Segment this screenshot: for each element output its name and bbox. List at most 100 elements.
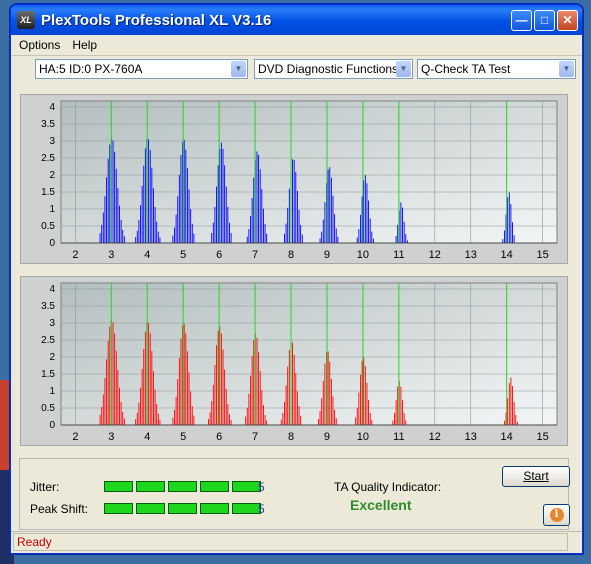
- histogram-bar: [329, 167, 331, 243]
- histogram-bar: [122, 411, 124, 425]
- drive-select[interactable]: HA:5 ID:0 PX-760A ▼: [35, 59, 248, 79]
- x-tick-label: 13: [465, 431, 477, 443]
- histogram-bar: [102, 212, 104, 243]
- histogram-bar: [190, 209, 192, 243]
- histogram-bar: [259, 169, 261, 243]
- histogram-bar: [301, 234, 303, 243]
- histogram-bar: [174, 409, 175, 425]
- histogram-bar: [224, 369, 226, 425]
- histogram-bar: [369, 412, 371, 425]
- jitter-chart: 0 0.5 1 1.5 2 2.5 3 3.5 4 2 3 4 5 6 7 8 9 10 11 12 13 14 15: [41, 100, 558, 261]
- histogram-bar: [211, 232, 213, 243]
- histogram-bar: [319, 238, 321, 243]
- close-button[interactable]: ✕: [557, 9, 578, 31]
- histogram-bar: [114, 333, 116, 425]
- histogram-bar: [334, 214, 336, 243]
- maximize-button[interactable]: □: [534, 9, 555, 31]
- histogram-bar: [298, 209, 300, 243]
- histogram-bar: [400, 386, 402, 425]
- selector-row: HA:5 ID:0 PX-760A ▼ DVD Diagnostic Funct…: [35, 59, 576, 79]
- histogram-bar: [123, 418, 125, 425]
- menu-options[interactable]: Options: [19, 38, 60, 52]
- histogram-bar: [262, 208, 264, 243]
- x-tick-label: 4: [144, 249, 150, 261]
- peak-shift-label: Peak Shift:: [30, 502, 89, 516]
- menu-help[interactable]: Help: [72, 38, 97, 52]
- histogram-bar: [122, 229, 124, 243]
- histogram-bar: [107, 340, 109, 425]
- y-tick-label: 4: [49, 284, 55, 295]
- function-select[interactable]: DVD Diagnostic Functions ▼: [254, 59, 413, 79]
- x-tick-label: 5: [180, 431, 186, 443]
- test-select[interactable]: Q-Check TA Test ▼: [417, 59, 576, 79]
- histogram-bar: [319, 411, 321, 425]
- histogram-bar: [322, 219, 324, 243]
- y-tick-label: 0.5: [41, 221, 55, 232]
- x-tick-label: 15: [536, 249, 548, 261]
- histogram-bar: [114, 151, 116, 243]
- chevron-down-icon[interactable]: ▼: [231, 61, 246, 77]
- histogram-bar: [330, 177, 332, 243]
- histogram-bar: [99, 415, 101, 425]
- histogram-bar: [248, 228, 250, 243]
- histogram-bar: [180, 338, 182, 425]
- histogram-bar: [364, 175, 366, 243]
- histogram-bar: [216, 186, 217, 243]
- histogram-bar: [253, 340, 255, 425]
- histogram-bar: [217, 165, 219, 243]
- histogram-bar: [394, 412, 395, 425]
- histogram-bar: [227, 206, 229, 243]
- histogram-bar: [296, 391, 298, 425]
- histogram-bar: [258, 154, 260, 243]
- histogram-bar: [366, 382, 368, 425]
- histogram-bar: [188, 189, 190, 243]
- chevron-down-icon[interactable]: ▼: [559, 61, 574, 77]
- histogram-bar: [185, 333, 187, 425]
- histogram-bar: [154, 206, 156, 243]
- histogram-bar: [172, 235, 174, 243]
- y-tick-label: 1: [49, 204, 55, 215]
- histogram-bar: [101, 406, 103, 425]
- histogram-bar: [360, 374, 361, 425]
- histogram-bar: [178, 175, 180, 243]
- histogram-bar: [508, 192, 510, 243]
- y-tick-label: 3: [49, 136, 55, 147]
- histogram-bar: [324, 363, 326, 425]
- histogram-bar: [503, 420, 505, 425]
- histogram-bar: [109, 144, 111, 243]
- y-tick-label: 0: [49, 420, 55, 431]
- y-tick-label: 1: [49, 386, 55, 397]
- histogram-bar: [159, 419, 161, 425]
- info-button[interactable]: i: [543, 504, 570, 526]
- histogram-bar: [144, 148, 146, 243]
- histogram-bar: [175, 397, 177, 425]
- histogram-bar: [177, 379, 179, 425]
- histogram-bar: [284, 233, 285, 243]
- histogram-bar: [266, 233, 268, 243]
- histogram-bar: [99, 233, 101, 243]
- histogram-bar: [245, 416, 247, 425]
- histogram-bar: [156, 404, 158, 425]
- histogram-bar: [157, 231, 159, 243]
- app-window: XL PlexTools Professional XL V3.16 — □ ✕…: [10, 4, 583, 554]
- y-tick-label: 1.5: [41, 369, 55, 380]
- histogram-bar: [400, 202, 402, 243]
- histogram-bar: [358, 392, 360, 425]
- histogram-bar: [185, 149, 187, 243]
- histogram-bar: [335, 418, 337, 425]
- chevron-down-icon[interactable]: ▼: [396, 61, 411, 77]
- histogram-bar: [109, 326, 111, 425]
- histogram-bar: [193, 233, 195, 243]
- histogram-bar: [212, 222, 214, 243]
- maximize-icon: □: [540, 13, 549, 27]
- histogram-bar: [358, 229, 360, 243]
- title-bar[interactable]: XL PlexTools Professional XL V3.16 — □ ✕: [11, 5, 582, 35]
- jitter-meter-segment: [168, 481, 197, 492]
- minimize-button[interactable]: —: [511, 9, 532, 31]
- histogram-bar: [106, 177, 107, 243]
- histogram-bar: [372, 238, 374, 243]
- histogram-bar: [258, 351, 260, 425]
- start-button[interactable]: Start: [502, 466, 570, 487]
- histogram-bar: [156, 221, 158, 243]
- histogram-bar: [119, 387, 120, 425]
